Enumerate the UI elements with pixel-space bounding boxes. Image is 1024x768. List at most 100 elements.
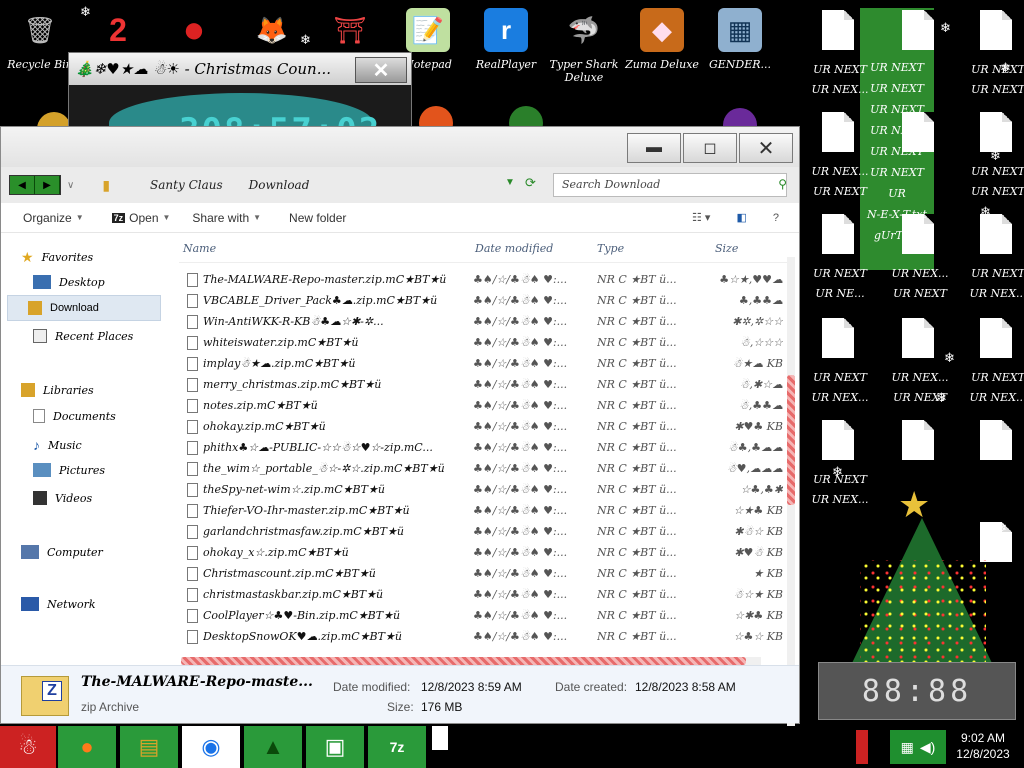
pictures-icon <box>33 463 51 477</box>
column-size[interactable]: Size <box>715 242 738 255</box>
nav-documents[interactable]: Documents <box>33 409 116 423</box>
column-name[interactable]: Name <box>183 242 216 255</box>
help-icon[interactable]: ? <box>773 212 779 224</box>
breadcrumb-download[interactable]: Download <box>249 178 310 192</box>
date-created-value: 12/8/2023 8:58 AM <box>635 680 736 694</box>
table-row[interactable]: DesktopSnowOK♥☁.zip.mC★BT★ü ♣♠/☆/♣☃♠ ♥:..… <box>179 626 783 647</box>
table-row[interactable]: Christmascount.zip.mC★BT★ü ♣♠/☆/♣☃♠ ♥:...… <box>179 563 783 584</box>
table-row[interactable]: merry_christmas.zip.mC★BT★ü ♣♠/☆/♣☃♠ ♥:..… <box>179 374 783 395</box>
table-row[interactable]: notes.zip.mC★BT★ü ♣♠/☆/♣☃♠ ♥:... NR C ★BT … <box>179 395 783 416</box>
nav-pictures[interactable]: Pictures <box>33 463 105 477</box>
nav-videos[interactable]: Videos <box>33 491 92 505</box>
nav-computer[interactable]: Computer <box>21 545 103 559</box>
nav-network[interactable]: Network <box>21 597 96 611</box>
recent-pages-dropdown-icon[interactable]: ∨ <box>67 180 74 191</box>
table-row[interactable]: whiteiswater.zip.mC★BT★ü ♣♠/☆/♣☃♠ ♥:... NR… <box>179 332 783 353</box>
file-type: NR C ★BT ü... <box>597 294 677 307</box>
explorer-window[interactable]: ▬ ◻ ✕ ◀ ▶ ∨ ▮ Santy Claus Download ▼ ⟳ S… <box>0 126 800 757</box>
nav-desktop[interactable]: Desktop <box>33 275 105 289</box>
file-name: Christmascount.zip.mC★BT★ü <box>203 567 376 580</box>
open-button[interactable]: 7z Open ▼ <box>111 211 170 225</box>
gate-icon[interactable]: ⛩ <box>310 8 390 52</box>
nav-buttons: ◀ ▶ <box>9 175 61 195</box>
countdown-close-button[interactable]: ✕ <box>355 57 407 83</box>
christmas-countdown-window[interactable]: 🎄❄♥★☁ ☃☀ - Christmas Coun... ✕ 308:57:02 <box>68 52 412 153</box>
window-titlebar[interactable]: ▬ ◻ ✕ <box>1 127 799 167</box>
back-button[interactable]: ◀ <box>10 176 35 194</box>
refresh-icon[interactable]: ⟳ <box>525 175 536 191</box>
text-file-icon[interactable] <box>898 420 942 472</box>
network-status-icon[interactable]: ▦ <box>901 739 914 756</box>
minimize-button[interactable]: ▬ <box>627 133 681 163</box>
table-row[interactable]: christmastaskbar.zip.mC★BT★ü ♣♠/☆/♣☃♠ ♥:.… <box>179 584 783 605</box>
volume-icon[interactable]: ◀) <box>920 739 935 756</box>
file-date: ♣♠/☆/♣☃♠ ♥:... <box>473 294 568 307</box>
new-folder-button[interactable]: New folder <box>289 211 346 225</box>
nav-libraries[interactable]: Libraries <box>21 383 94 397</box>
table-row[interactable]: CoolPlayer☆♣♥-Bin.zip.mC★BT★ü ♣♠/☆/♣☃♠ ♥:… <box>179 605 783 626</box>
file-size: ♣☆★,♥♥☁ <box>719 273 783 286</box>
typer-shark-icon[interactable]: 🦈 Typer Shark Deluxe <box>544 8 624 85</box>
table-row[interactable]: theSpy-net-wim☆.zip.mC★BT★ü ♣♠/☆/♣☃♠ ♥:..… <box>179 479 783 500</box>
share-with-button[interactable]: Share with ▼ <box>192 211 261 225</box>
text-file-icon[interactable] <box>818 214 862 266</box>
column-type[interactable]: Type <box>597 242 624 255</box>
taskbar-chrome-icon[interactable]: ◉ <box>182 726 240 768</box>
start-button-santa-icon[interactable]: ☃ <box>0 726 56 768</box>
table-row[interactable]: garlandchristmasfaw.zip.mC★BT★ü ♣♠/☆/♣☃♠ … <box>179 521 783 542</box>
search-input[interactable]: Search Download <box>553 173 787 197</box>
nav-music[interactable]: ♪ Music <box>33 437 82 453</box>
taskbar-clock[interactable]: 9:02 AM 12/8/2023 <box>946 730 1020 762</box>
address-dropdown-icon[interactable]: ▼ <box>505 177 515 188</box>
text-file-icon[interactable] <box>976 318 1020 370</box>
nav-recent-places[interactable]: Recent Places <box>33 329 133 343</box>
close-button[interactable]: ✕ <box>739 133 793 163</box>
text-file-icon[interactable] <box>818 10 862 62</box>
star-icon: ★ <box>21 249 34 265</box>
taskbar-explorer-icon[interactable]: ▤ <box>120 726 178 768</box>
nav-favorites[interactable]: ★ Favorites <box>21 249 93 266</box>
taskbar-photos-icon[interactable]: ▣ <box>306 726 364 768</box>
table-row[interactable]: Win-AntiWKK-R-KB☃♣☁☆✱-✲... ♣♠/☆/♣☃♠ ♥:...… <box>179 311 783 332</box>
table-row[interactable]: The-MALWARE-Repo-master.zip.mC★BT★ü ♣♠/☆/… <box>179 269 783 290</box>
text-file-icon[interactable] <box>976 10 1020 62</box>
taskbar-tree-icon[interactable]: ▲ <box>244 726 302 768</box>
table-row[interactable]: Thiefer-VO-Ihr-master.zip.mC★BT★ü ♣♠/☆/♣☃… <box>179 500 783 521</box>
table-row[interactable]: ohokay.zip.mC★BT★ü ♣♠/☆/♣☃♠ ♥:... NR C ★BT… <box>179 416 783 437</box>
table-row[interactable]: implay☃★☁.zip.mC★BT★ü ♣♠/☆/♣☃♠ ♥:... NR C … <box>179 353 783 374</box>
preview-pane-icon[interactable]: ◧ <box>736 211 746 224</box>
text-file-icon[interactable] <box>976 214 1020 266</box>
file-type: NR C ★BT ü... <box>597 546 677 559</box>
maximize-button[interactable]: ◻ <box>683 133 737 163</box>
text-file-icon[interactable] <box>898 318 942 370</box>
address-bar: ◀ ▶ ∨ ▮ Santy Claus Download ▼ ⟳ Search … <box>1 167 799 203</box>
text-file-icon[interactable] <box>818 112 862 164</box>
horizontal-scroll-thumb[interactable] <box>181 657 746 665</box>
forward-button[interactable]: ▶ <box>35 176 60 194</box>
file-label: UR NEXT <box>813 371 867 384</box>
organize-button[interactable]: Organize ▼ <box>23 211 84 225</box>
taskbar-firefox-icon[interactable]: ● <box>58 726 116 768</box>
table-row[interactable]: phithx♣☆☁-PUBLIC-☆☆☃☆♥☆-zip.mC... ♣♠/☆/♣☃… <box>179 437 783 458</box>
taskbar-7zip-icon[interactable]: 7z <box>368 726 426 768</box>
horizontal-scrollbar[interactable] <box>181 657 761 665</box>
show-hidden-icons[interactable] <box>856 730 868 764</box>
gender-app-icon[interactable]: ▦ GENDER... <box>700 8 780 71</box>
red-creature-icon[interactable]: ● <box>154 8 234 52</box>
column-date-modified[interactable]: Date modified <box>475 242 553 255</box>
text-file-icon[interactable] <box>818 318 862 370</box>
table-row[interactable]: VBCABLE_Driver_Pack♣☁.zip.mC★BT★ü ♣♠/☆/♣☃… <box>179 290 783 311</box>
nav-download[interactable]: Download <box>7 295 161 321</box>
text-file-icon[interactable] <box>898 10 942 62</box>
table-row[interactable]: the_wim☆_portable_☃☆-✲☆.zip.mC★BT★ü ♣♠/☆/… <box>179 458 783 479</box>
realplayer-icon[interactable]: r RealPlayer <box>466 8 546 71</box>
table-row[interactable]: ohokay_x☆.zip.mC★BT★ü ♣♠/☆/♣☃♠ ♥:... NR C … <box>179 542 783 563</box>
zuma-icon[interactable]: ◆ Zuma Deluxe <box>622 8 702 71</box>
file-label: UR NEX... <box>811 391 869 404</box>
search-icon[interactable]: ⚲ <box>778 177 787 191</box>
vertical-scroll-thumb[interactable] <box>787 375 795 505</box>
details-filename: The-MALWARE-Repo-maste... <box>81 674 313 690</box>
view-options-icon[interactable]: ☷ ▾ <box>692 211 710 224</box>
breadcrumb-santy-claus[interactable]: Santy Claus <box>150 178 223 192</box>
text-file-icon[interactable] <box>976 420 1020 472</box>
